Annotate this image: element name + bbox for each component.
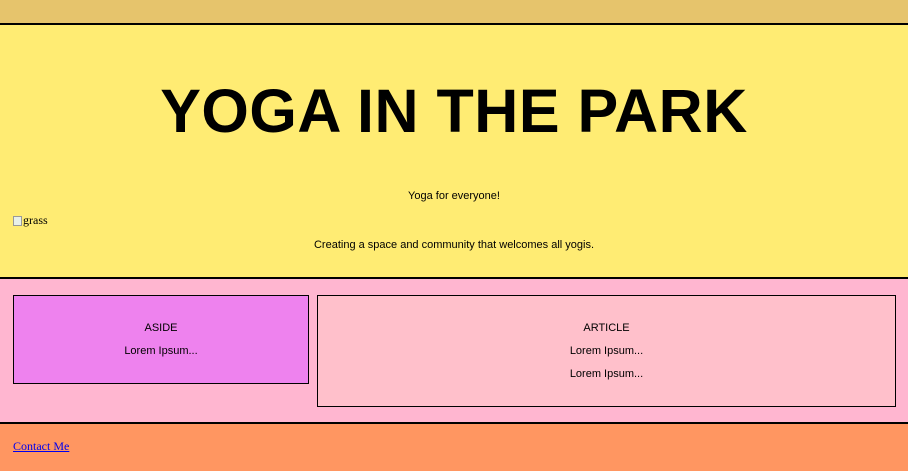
article-box: ARTICLE Lorem Ipsum... Lorem Ipsum... [317,295,896,407]
main-section: ASIDE Lorem Ipsum... ARTICLE Lorem Ipsum… [0,279,908,423]
broken-image-icon [13,215,22,226]
top-nav-bar [0,0,908,25]
contact-me-link[interactable]: Contact Me [13,439,69,454]
aside-heading: ASIDE [144,322,178,334]
page-header: YOGA IN THE PARK Yoga for everyone! gras… [0,25,908,279]
page-footer: Contact Me [0,422,908,471]
mission-text: Creating a space and community that welc… [313,239,595,251]
tagline: Yoga for everyone! [408,190,500,202]
aside-text: Lorem Ipsum... [124,345,198,357]
article-heading: ARTICLE [583,322,630,334]
aside-box: ASIDE Lorem Ipsum... [13,295,309,384]
image-alt-text: grass [23,213,48,227]
article-text-2: Lorem Ipsum... [569,368,644,380]
grass-image: grass [13,213,48,228]
article-text-1: Lorem Ipsum... [569,345,644,357]
page-title: YOGA IN THE PARK [160,77,748,145]
